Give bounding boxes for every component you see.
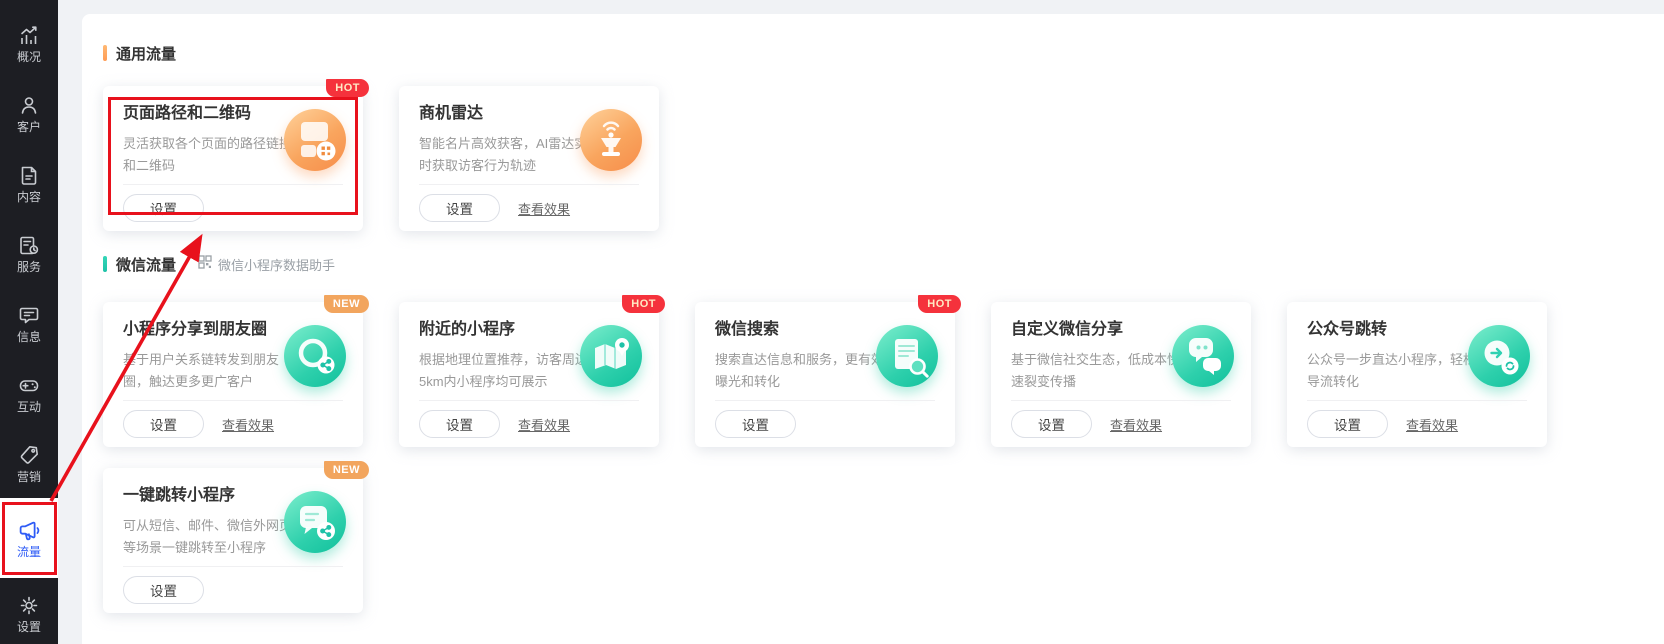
card-share-to-moments: NEW 小程序分享到朋友圈 基于用户关系链转发到朋友圈，触达更多更广客户 设置 … xyxy=(103,302,363,447)
card-footer: 设置 查看效果 xyxy=(419,184,639,231)
view-effect-link[interactable]: 查看效果 xyxy=(222,415,274,434)
card-footer: 设置 查看效果 xyxy=(1011,400,1231,447)
radar-icon xyxy=(580,109,642,171)
message-share-icon xyxy=(284,491,346,553)
marketing-icon xyxy=(18,444,40,466)
main-panel: 通用流量 HOT 页面路径和二维码 灵活获取各个页面的路径链接和二维码 设置 商… xyxy=(82,14,1664,644)
section-title: 通用流量 xyxy=(116,43,176,64)
card-one-click-jump: NEW 一键跳转小程序 可从短信、邮件、微信外网页等场景一键跳转至小程序 设置 xyxy=(103,468,363,613)
customers-icon xyxy=(18,94,40,116)
card-desc: 可从短信、邮件、微信外网页等场景一键跳转至小程序 xyxy=(123,515,301,559)
card-custom-wechat-share: 自定义微信分享 基于微信社交生态，低成本快速裂变传播 设置 查看效果 xyxy=(991,302,1251,447)
card-desc: 根据地理位置推荐，访客周边5km内小程序均可展示 xyxy=(419,349,597,393)
traffic-icon xyxy=(18,518,41,541)
view-effect-link[interactable]: 查看效果 xyxy=(1406,415,1458,434)
sidebar-item-label: 概况 xyxy=(17,51,41,63)
chat-bubbles-share-icon xyxy=(1172,325,1234,387)
new-badge: NEW xyxy=(324,461,369,479)
card-footer: 设置 xyxy=(123,184,343,231)
data-assistant-icon xyxy=(198,255,212,274)
settings-button[interactable]: 设置 xyxy=(715,410,796,438)
card-nearby-mini-programs: HOT 附近的小程序 根据地理位置推荐，访客周边5km内小程序均可展示 设置 查… xyxy=(399,302,659,447)
wechat-card-grid-row2: NEW 一键跳转小程序 可从短信、邮件、微信外网页等场景一键跳转至小程序 设置 xyxy=(103,468,1664,613)
sidebar-item-content[interactable]: 内容 xyxy=(0,148,58,218)
sidebar-item-label: 互动 xyxy=(17,401,41,413)
section-title: 微信流量 xyxy=(116,254,176,275)
sidebar-item-label: 信息 xyxy=(17,331,41,343)
settings-button[interactable]: 设置 xyxy=(419,194,500,222)
settings-button[interactable]: 设置 xyxy=(1011,410,1092,438)
assistant-label: 微信小程序数据助手 xyxy=(218,255,335,274)
card-desc: 智能名片高效获客，AI雷达实时获取访客行为轨迹 xyxy=(419,133,597,177)
sidebar-item-label: 营销 xyxy=(17,471,41,483)
sidebar-item-interaction[interactable]: 互动 xyxy=(0,358,58,428)
settings-button[interactable]: 设置 xyxy=(123,194,204,222)
sidebar-item-messages[interactable]: 信息 xyxy=(0,288,58,358)
official-account-jump-icon xyxy=(1468,325,1530,387)
card-footer: 设置 查看效果 xyxy=(419,400,639,447)
new-badge: NEW xyxy=(324,295,369,313)
messages-icon xyxy=(18,304,40,326)
services-icon xyxy=(18,234,40,256)
interaction-icon xyxy=(18,374,40,396)
sidebar-item-settings[interactable]: 设置 xyxy=(0,578,58,644)
card-business-radar: 商机雷达 智能名片高效获客，AI雷达实时获取访客行为轨迹 设置 查看效果 xyxy=(399,86,659,231)
hot-badge: HOT xyxy=(918,295,961,313)
settings-button[interactable]: 设置 xyxy=(123,410,204,438)
wechat-card-grid: NEW 小程序分享到朋友圈 基于用户关系链转发到朋友圈，触达更多更广客户 设置 … xyxy=(103,302,1664,447)
settings-icon xyxy=(18,594,40,616)
sidebar-item-marketing[interactable]: 营销 xyxy=(0,428,58,498)
app-root: { "colors": { "annotation_red": "#e8111c… xyxy=(0,0,1664,644)
card-footer: 设置 查看效果 xyxy=(123,400,343,447)
orange-accent-bar xyxy=(103,45,107,61)
sidebar-item-traffic[interactable]: 流量 xyxy=(0,498,58,578)
settings-button[interactable]: 设置 xyxy=(1307,410,1388,438)
section-header-general: 通用流量 xyxy=(103,44,1664,62)
nearby-map-pin-icon xyxy=(580,325,642,387)
teal-accent-bar xyxy=(103,256,107,272)
sidebar-item-label: 内容 xyxy=(17,191,41,203)
view-effect-link[interactable]: 查看效果 xyxy=(518,415,570,434)
card-page-path-qrcode: HOT 页面路径和二维码 灵活获取各个页面的路径链接和二维码 设置 xyxy=(103,86,363,231)
view-effect-link[interactable]: 查看效果 xyxy=(1110,415,1162,434)
page-qrcode-icon xyxy=(284,109,346,171)
card-desc: 搜索直达信息和服务，更有效曝光和转化 xyxy=(715,349,893,393)
mini-program-data-assistant-link[interactable]: 微信小程序数据助手 xyxy=(198,255,335,274)
sidebar-item-label: 设置 xyxy=(17,621,41,633)
card-desc: 灵活获取各个页面的路径链接和二维码 xyxy=(123,133,301,177)
view-effect-link[interactable]: 查看效果 xyxy=(518,199,570,218)
moments-share-icon xyxy=(284,325,346,387)
card-wechat-search: HOT 微信搜索 搜索直达信息和服务，更有效曝光和转化 设置 xyxy=(695,302,955,447)
sidebar-item-customers[interactable]: 客户 xyxy=(0,78,58,148)
hot-badge: HOT xyxy=(326,79,369,97)
card-official-account-jump: 公众号跳转 公众号一步直达小程序，轻松导流转化 设置 查看效果 xyxy=(1287,302,1547,447)
card-footer: 设置 xyxy=(715,400,935,447)
sidebar-item-label: 服务 xyxy=(17,261,41,273)
sidebar-item-overview[interactable]: 概况 xyxy=(0,8,58,78)
overview-icon xyxy=(18,24,40,46)
general-card-grid: HOT 页面路径和二维码 灵活获取各个页面的路径链接和二维码 设置 商机雷达 智… xyxy=(103,86,1664,231)
card-footer: 设置 查看效果 xyxy=(1307,400,1527,447)
content-icon xyxy=(18,164,40,186)
settings-button[interactable]: 设置 xyxy=(419,410,500,438)
sidebar-item-label: 客户 xyxy=(17,121,41,133)
card-footer: 设置 xyxy=(123,566,343,613)
section-header-wechat: 微信流量 微信小程序数据助手 xyxy=(103,255,1664,273)
doc-search-icon xyxy=(876,325,938,387)
card-desc: 公众号一步直达小程序，轻松导流转化 xyxy=(1307,349,1485,393)
card-desc: 基于用户关系链转发到朋友圈，触达更多更广客户 xyxy=(123,349,301,393)
hot-badge: HOT xyxy=(622,295,665,313)
sidebar: 概况 客户 内容 服务 信息 互动 营销 流量 xyxy=(0,0,58,644)
card-desc: 基于微信社交生态，低成本快速裂变传播 xyxy=(1011,349,1189,393)
sidebar-item-label: 流量 xyxy=(17,546,41,558)
settings-button[interactable]: 设置 xyxy=(123,576,204,604)
sidebar-item-services[interactable]: 服务 xyxy=(0,218,58,288)
